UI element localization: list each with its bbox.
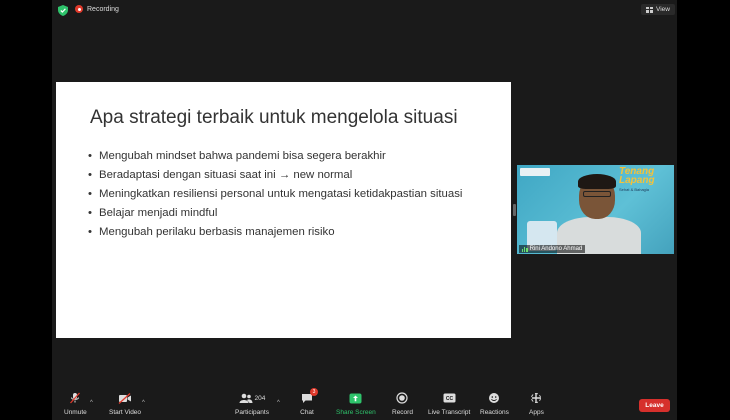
apps-button[interactable]: Apps — [529, 392, 544, 416]
chat-unread-badge: 3 — [310, 388, 318, 396]
share-screen-label: Share Screen — [336, 409, 376, 416]
meeting-toolbar: Unmute ^ Start Video ^ 204 Participants … — [0, 388, 730, 420]
participant-hair — [578, 174, 616, 189]
participant-name: Rini Andono Ahmad — [529, 246, 583, 252]
chat-button[interactable]: 3 Chat — [300, 388, 318, 416]
recording-indicator[interactable]: Recording — [75, 5, 119, 13]
participant-video[interactable]: Tenang Lapang Sehat & Bahagia Rini Andono … — [517, 165, 674, 254]
recording-label: Recording — [87, 5, 119, 13]
svg-text:CC: CC — [446, 396, 454, 402]
record-button[interactable]: Record — [392, 392, 413, 416]
video-off-icon — [118, 392, 132, 404]
participant-name-tag: Rini Andono Ahmad — [519, 245, 586, 253]
slide-bullet-list: Mengubah mindset bahwa pandemi bisa sege… — [88, 149, 493, 244]
view-label: View — [656, 6, 670, 13]
start-video-label: Start Video — [109, 409, 142, 416]
muted-mic-icon — [68, 392, 82, 404]
start-video-button[interactable]: Start Video — [109, 392, 141, 416]
slide-bullet: Belajar menjadi mindful — [88, 206, 493, 220]
share-screen-icon — [349, 392, 363, 404]
share-screen-button[interactable]: Share Screen — [336, 392, 376, 416]
view-button[interactable]: View — [641, 4, 675, 15]
reactions-button[interactable]: Reactions — [480, 392, 509, 416]
record-icon — [395, 392, 409, 404]
apps-icon — [529, 392, 543, 404]
unmute-label: Unmute — [64, 409, 87, 416]
participants-icon: 204 — [238, 392, 266, 404]
slide-bullet: Beradaptasi dengan situasi saat ini → ne… — [88, 168, 493, 182]
shared-slide: Apa strategi terbaik untuk mengelola sit… — [56, 82, 511, 338]
live-transcript-button[interactable]: CC Live Transcript — [428, 392, 470, 416]
audio-options-caret-icon[interactable]: ^ — [90, 400, 93, 406]
closed-caption-icon: CC — [442, 392, 456, 404]
grid-icon — [646, 6, 654, 13]
audio-level-icon — [522, 246, 528, 252]
record-label: Record — [392, 409, 413, 416]
emoji-icon — [487, 392, 501, 404]
top-bar: Recording View — [0, 0, 730, 22]
leave-button[interactable]: Leave — [639, 399, 670, 412]
institution-badge — [520, 168, 550, 176]
unmute-button[interactable]: Unmute — [64, 392, 87, 416]
chat-icon: 3 — [300, 388, 318, 404]
participant-glasses — [583, 191, 611, 197]
slide-bullet: Meningkatkan resiliensi personal untuk m… — [88, 187, 493, 201]
reactions-label: Reactions — [480, 409, 509, 416]
recording-icon — [75, 5, 83, 13]
participants-options-caret-icon[interactable]: ^ — [277, 400, 280, 406]
slide-bullet: Mengubah mindset bahwa pandemi bisa sege… — [88, 149, 493, 163]
participants-label: Participants — [235, 409, 269, 416]
participants-count: 204 — [254, 394, 266, 402]
slide-title: Apa strategi terbaik untuk mengelola sit… — [90, 107, 458, 128]
apps-label: Apps — [529, 409, 544, 416]
slide-bullet: Mengubah perilaku berbasis manajemen ris… — [88, 225, 493, 239]
live-transcript-label: Live Transcript — [428, 409, 471, 416]
video-options-caret-icon[interactable]: ^ — [142, 400, 145, 406]
panel-resize-handle[interactable] — [513, 204, 516, 216]
participants-button[interactable]: 204 Participants — [235, 392, 269, 416]
security-shield-icon[interactable] — [58, 5, 68, 16]
background-logo: Tenang Lapang Sehat & Bahagia — [619, 166, 655, 193]
chat-label: Chat — [300, 409, 314, 416]
